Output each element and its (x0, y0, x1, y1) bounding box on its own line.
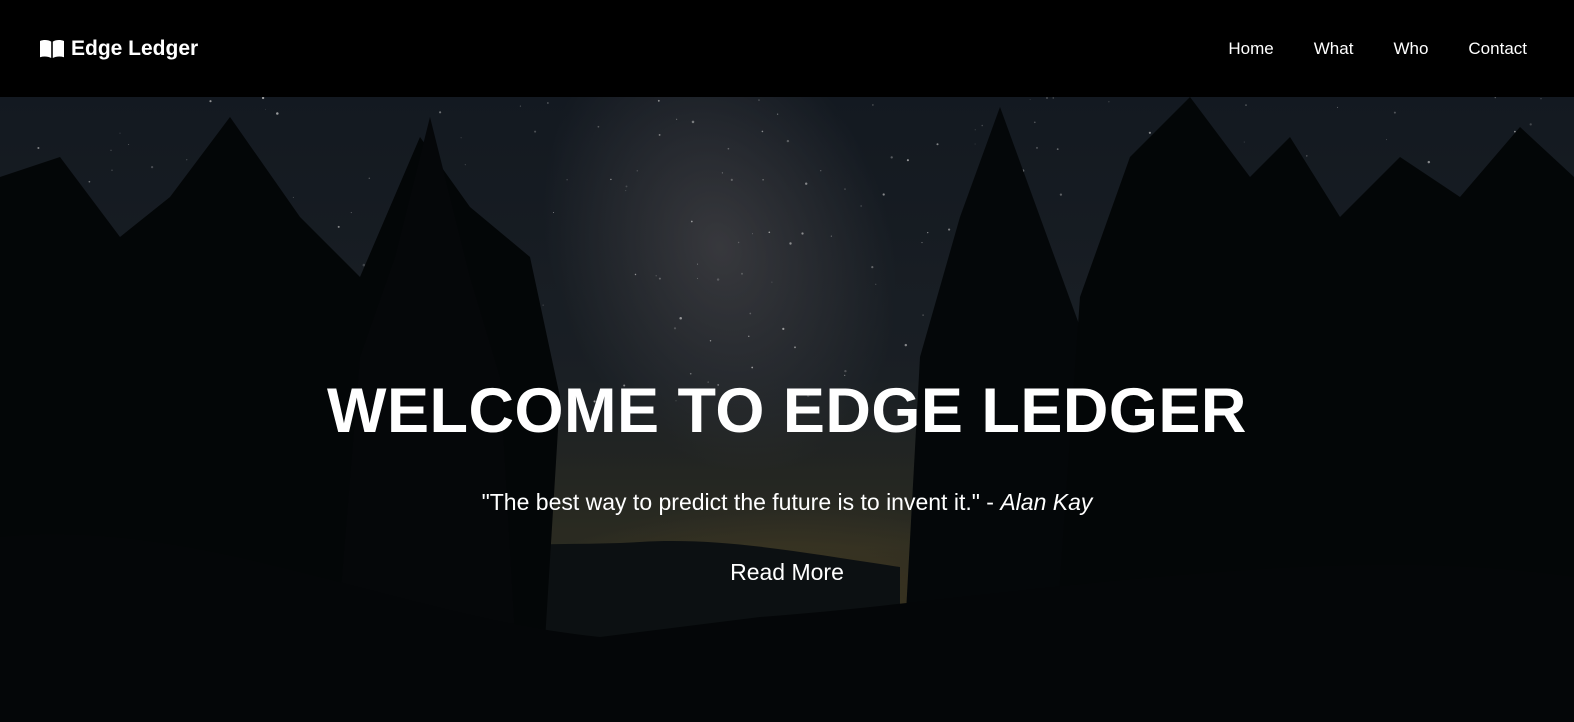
quote-author: Alan Kay (1000, 489, 1093, 515)
nav-link-who[interactable]: Who (1393, 39, 1428, 59)
nav-link-contact[interactable]: Contact (1468, 39, 1527, 59)
hero-content: WELCOME TO EDGE LEDGER "The best way to … (0, 97, 1574, 722)
hero-title: WELCOME TO EDGE LEDGER (327, 376, 1247, 446)
hero-section: WELCOME TO EDGE LEDGER "The best way to … (0, 97, 1574, 722)
nav-link-home[interactable]: Home (1228, 39, 1273, 59)
nav-link-what[interactable]: What (1314, 39, 1354, 59)
open-book-icon (39, 39, 71, 59)
brand-link[interactable]: Edge Ledger (39, 37, 198, 61)
read-more-button[interactable]: Read More (687, 557, 887, 587)
nav-links: Home What Who Contact (1228, 39, 1527, 59)
hero-quote: "The best way to predict the future is t… (0, 487, 1574, 517)
brand-label: Edge Ledger (71, 36, 199, 60)
navbar: Edge Ledger Home What Who Contact (0, 0, 1574, 97)
quote-text: "The best way to predict the future is t… (481, 489, 1001, 515)
